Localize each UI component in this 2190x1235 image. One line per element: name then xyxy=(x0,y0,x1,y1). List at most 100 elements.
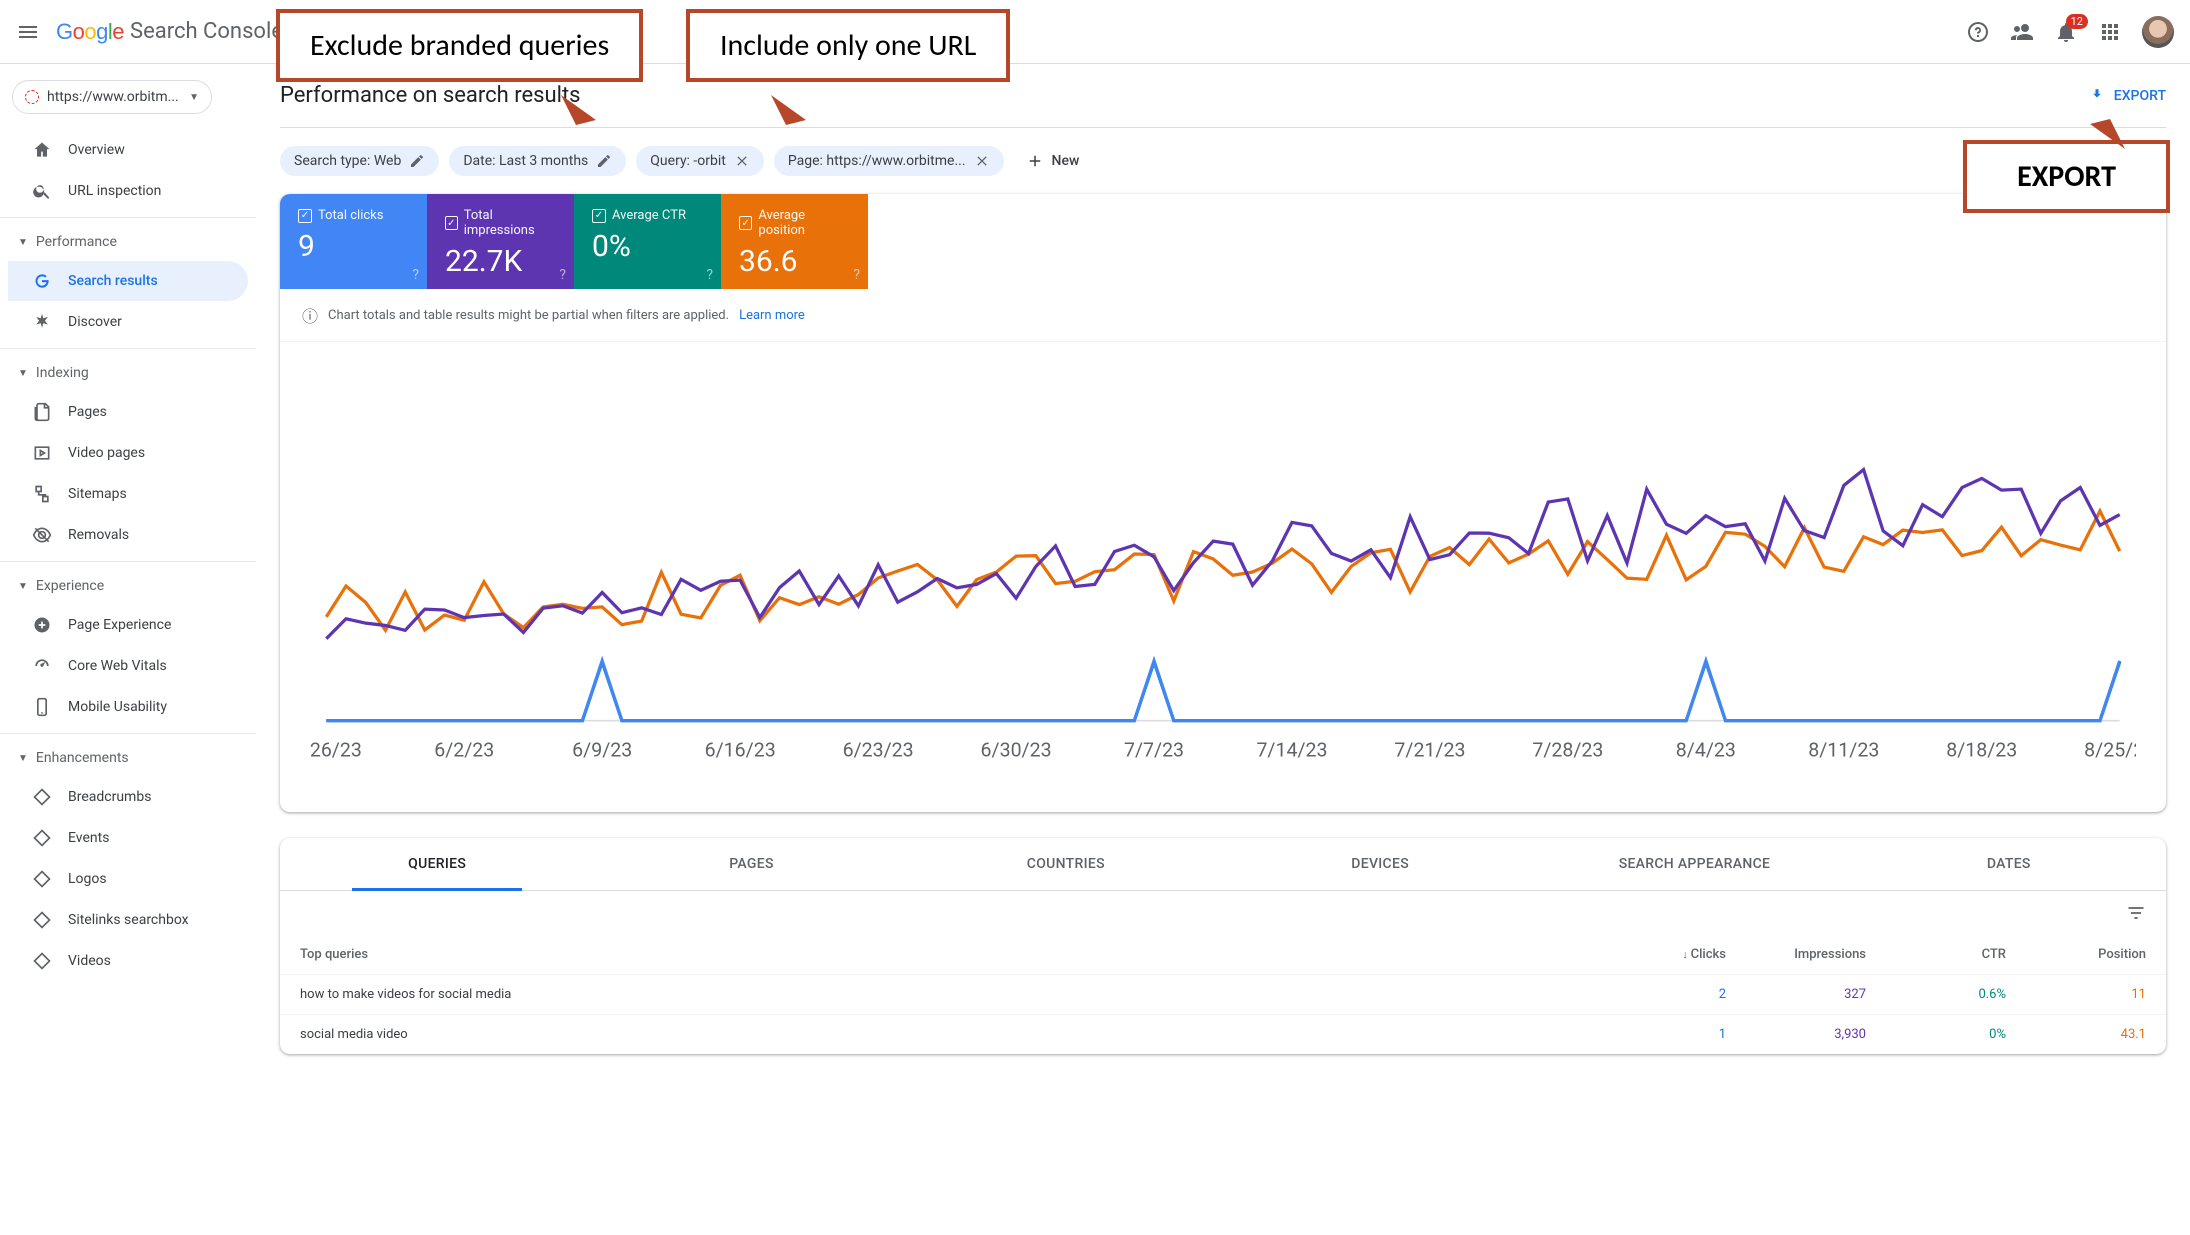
nav-section-indexing[interactable]: ▼Indexing xyxy=(0,355,256,391)
help-icon[interactable]: ? xyxy=(559,267,566,283)
nav-item-search-results[interactable]: Search results xyxy=(8,261,248,301)
notifications-icon[interactable]: 12 xyxy=(2054,20,2078,44)
nav-item-videos[interactable]: Videos xyxy=(8,941,248,981)
nav-item-url-inspection[interactable]: URL inspection xyxy=(8,171,248,211)
apps-icon[interactable] xyxy=(2098,20,2122,44)
tab-queries[interactable]: QUERIES xyxy=(280,838,594,890)
nav-item-breadcrumbs[interactable]: Breadcrumbs xyxy=(8,777,248,817)
nav-item-page-experience[interactable]: Page Experience xyxy=(8,605,248,645)
table-row[interactable]: social media video 1 3,930 0% 43.1 xyxy=(280,1014,2166,1054)
nav-item-label: Sitemaps xyxy=(68,486,127,502)
close-icon[interactable] xyxy=(734,153,750,169)
chip-page[interactable]: Page: https://www.orbitme... xyxy=(774,146,1004,176)
metric-value: 36.6 xyxy=(739,244,850,279)
users-icon[interactable] xyxy=(2010,20,2034,44)
col-header-query[interactable]: Top queries xyxy=(300,947,1586,962)
chevron-down-icon: ▼ xyxy=(189,92,199,103)
add-filter-button[interactable]: New xyxy=(1014,146,1092,176)
metric-tile-ctr[interactable]: ✓Average CTR 0% ? xyxy=(574,194,721,289)
learn-more-link[interactable]: Learn more xyxy=(739,308,805,323)
tab-dates[interactable]: DATES xyxy=(1852,838,2166,890)
nav-item-sitelinks-searchbox[interactable]: Sitelinks searchbox xyxy=(8,900,248,940)
col-header-impressions[interactable]: Impressions xyxy=(1726,947,1866,962)
nav-item-label: Pages xyxy=(68,404,107,420)
cell-ctr: 0% xyxy=(1866,1027,2006,1042)
nav-item-logos[interactable]: Logos xyxy=(8,859,248,899)
svg-text:7/28/23: 7/28/23 xyxy=(1532,739,1603,762)
annotation-export: EXPORT xyxy=(1963,140,2170,213)
nav-item-removals[interactable]: Removals xyxy=(8,515,248,555)
nav-item-label: Core Web Vitals xyxy=(68,658,167,674)
nav-item-core-web-vitals[interactable]: Core Web Vitals xyxy=(8,646,248,686)
product-logo[interactable]: Google Search Console xyxy=(56,19,283,45)
filter-icon[interactable] xyxy=(2126,903,2146,923)
diamond-icon xyxy=(32,951,52,971)
tab-countries[interactable]: COUNTRIES xyxy=(909,838,1223,890)
help-icon[interactable] xyxy=(1966,20,1990,44)
chip-search-type[interactable]: Search type: Web xyxy=(280,146,439,176)
svg-text:7/7/23: 7/7/23 xyxy=(1124,739,1184,762)
svg-text:8/18/23: 8/18/23 xyxy=(1946,739,2017,762)
metric-tile-clicks[interactable]: ✓Total clicks 9 ? xyxy=(280,194,427,289)
nav-item-label: Page Experience xyxy=(68,617,171,633)
annotation-arrow-icon xyxy=(766,90,816,140)
col-header-clicks[interactable]: ↓ Clicks xyxy=(1586,947,1726,962)
diamond-icon xyxy=(32,869,52,889)
property-dot-icon xyxy=(25,90,39,104)
chip-label: Page: https://www.orbitme... xyxy=(788,153,966,169)
chip-query[interactable]: Query: -orbit xyxy=(636,146,764,176)
nav-item-sitemaps[interactable]: Sitemaps xyxy=(8,474,248,514)
nav-item-pages[interactable]: Pages xyxy=(8,392,248,432)
help-icon[interactable]: ? xyxy=(853,267,860,283)
performance-chart[interactable]: 5/26/236/2/236/9/236/16/236/23/236/30/23… xyxy=(280,342,2166,812)
nav-item-video-pages[interactable]: Video pages xyxy=(8,433,248,473)
queries-table-card: QUERIESPAGESCOUNTRIESDEVICESSEARCH APPEA… xyxy=(280,838,2166,1054)
pencil-icon xyxy=(409,153,425,169)
table-row[interactable]: how to make videos for social media 2 32… xyxy=(280,974,2166,1014)
diamond-icon xyxy=(32,828,52,848)
cell-position: 43.1 xyxy=(2006,1027,2146,1042)
diamond-icon xyxy=(32,787,52,807)
pencil-icon xyxy=(596,153,612,169)
nav-item-discover[interactable]: Discover xyxy=(8,302,248,342)
svg-text:7/21/23: 7/21/23 xyxy=(1394,739,1465,762)
tab-devices[interactable]: DEVICES xyxy=(1223,838,1537,890)
metric-tile-impressions[interactable]: ✓Total impressions 22.7K ? xyxy=(427,194,574,289)
col-header-ctr[interactable]: CTR xyxy=(1866,947,2006,962)
cell-impressions: 3,930 xyxy=(1726,1027,1866,1042)
nav-section-enhancements[interactable]: ▼Enhancements xyxy=(0,740,256,776)
svg-text:8/25/23: 8/25/23 xyxy=(2084,739,2136,762)
nav-section-performance[interactable]: ▼Performance xyxy=(0,224,256,260)
nav-section-experience[interactable]: ▼Experience xyxy=(0,568,256,604)
cell-query: social media video xyxy=(300,1027,1586,1042)
chip-date[interactable]: Date: Last 3 months xyxy=(449,146,626,176)
tab-pages[interactable]: PAGES xyxy=(594,838,908,890)
annotation-arrow-icon xyxy=(556,90,606,140)
col-header-position[interactable]: Position xyxy=(2006,947,2146,962)
home-icon xyxy=(32,140,52,160)
nav-item-label: Videos xyxy=(68,953,111,969)
account-avatar[interactable] xyxy=(2142,16,2174,48)
property-selector[interactable]: https://www.orbitm... ▼ xyxy=(12,80,212,114)
menu-icon[interactable] xyxy=(16,20,40,44)
tab-search-appearance[interactable]: SEARCH APPEARANCE xyxy=(1537,838,1851,890)
help-icon[interactable]: ? xyxy=(412,267,419,283)
nav-item-label: Events xyxy=(68,830,109,846)
export-button[interactable]: EXPORT xyxy=(2088,87,2166,105)
property-name: https://www.orbitm... xyxy=(47,89,181,105)
nav-item-label: URL inspection xyxy=(68,183,161,199)
nav-item-label: Overview xyxy=(68,142,125,158)
metric-label: Total clicks xyxy=(318,208,383,223)
metric-value: 0% xyxy=(592,229,703,264)
cell-ctr: 0.6% xyxy=(1866,987,2006,1002)
table-header-row: Top queries ↓ Clicks Impressions CTR Pos… xyxy=(280,935,2166,974)
nav-item-overview[interactable]: Overview xyxy=(8,130,248,170)
speed-icon xyxy=(32,656,52,676)
nav-item-events[interactable]: Events xyxy=(8,818,248,858)
help-icon[interactable]: ? xyxy=(706,267,713,283)
nav-item-mobile-usability[interactable]: Mobile Usability xyxy=(8,687,248,727)
svg-text:6/16/23: 6/16/23 xyxy=(705,739,776,762)
annotation-exclude: Exclude branded queries xyxy=(276,9,643,82)
close-icon[interactable] xyxy=(974,153,990,169)
metric-tile-position[interactable]: ✓Average position 36.6 ? xyxy=(721,194,868,289)
